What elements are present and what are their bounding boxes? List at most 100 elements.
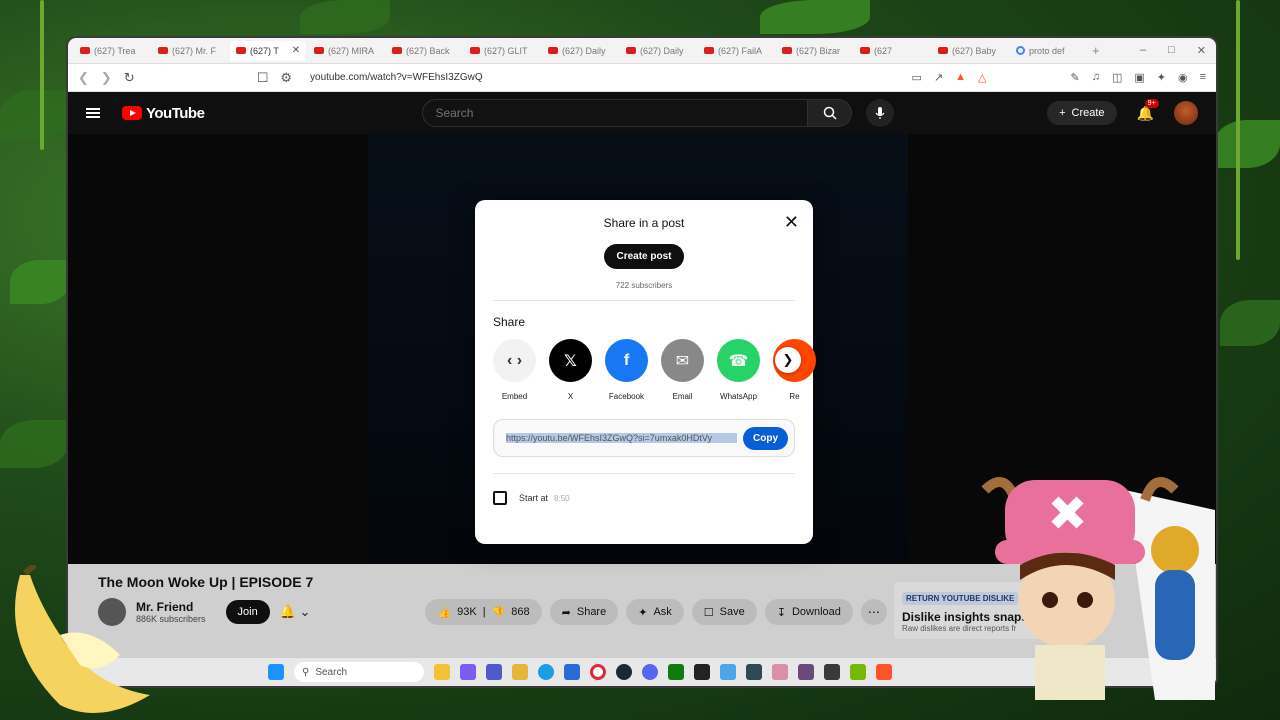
teams-icon[interactable] [486,664,502,680]
tab-label: (627) FailA [718,45,763,56]
start-at-time: 8:50 [554,493,570,503]
join-button[interactable]: Join [225,600,270,624]
share-target-label: Facebook [608,392,645,401]
browser-tab[interactable]: (627) MIRA [308,41,384,61]
voice-search-button[interactable] [866,99,895,127]
browser-tab[interactable]: (627) Baby [932,41,1008,61]
share-target-whatsapp[interactable]: ☎ WhatsApp [717,339,760,401]
notification-badge: 9+ [1144,98,1159,108]
share-link-input[interactable]: https://youtu.be/WFEhsI3ZGwQ?si=7umxak0H… [506,433,737,443]
window-close-icon[interactable]: ✕ [1197,44,1206,57]
taskbar-search[interactable]: ⚲ Search [294,662,424,682]
account-avatar[interactable] [1174,101,1198,125]
folder-icon[interactable] [512,664,528,680]
extensions-icon[interactable]: ✎ [1070,71,1079,84]
browser-tab[interactable]: (627) Back [386,41,462,61]
share-target-facebook[interactable]: f Facebook [605,339,648,401]
browser-tab[interactable]: (627 [854,41,930,61]
youtube-icon [80,47,90,54]
browser-tab[interactable]: (627) T ✕ [230,40,306,61]
bookmark-save-icon: ☐ [703,606,714,619]
whatsapp-icon: ☎ [717,339,760,382]
app-icon[interactable] [798,664,814,680]
maximize-icon[interactable]: □ [1168,44,1175,57]
browser-tab[interactable]: (627) Daily [620,41,696,61]
guide-menu-icon[interactable] [86,108,100,118]
browser-tab[interactable]: (627) GLIT [464,41,540,61]
browser-tab[interactable]: proto def [1010,41,1086,61]
youtube-icon [626,47,636,54]
forward-icon[interactable]: ❯ [101,70,112,86]
share-button[interactable]: ➦ Share [549,599,619,625]
leo-icon[interactable]: ✦ [1157,71,1166,84]
new-tab-icon[interactable]: + [1092,43,1100,58]
file-explorer-icon[interactable] [434,664,450,680]
vine-decoration [40,0,44,150]
download-button[interactable]: ↧ Download [764,599,853,625]
nvidia-icon[interactable] [850,664,866,680]
vpn-icon[interactable]: ◉ [1178,71,1188,84]
minimize-icon[interactable]: – [1140,44,1146,57]
app-icon[interactable] [746,664,762,680]
epic-games-icon[interactable] [694,664,710,680]
reload-icon[interactable]: ↻ [124,70,135,86]
share-target-x[interactable]: 𝕏X [549,339,592,401]
browser-tab[interactable]: (627) Mr. F [152,41,228,61]
search-bar [422,99,853,127]
start-at-checkbox[interactable] [493,491,507,505]
discord-icon[interactable] [642,664,658,680]
sidebar-icon[interactable]: ◫ [1112,71,1122,84]
brave-icon[interactable] [876,664,892,680]
copilot-icon[interactable] [460,664,476,680]
bookmark-icon[interactable]: ☐ [257,70,269,86]
app-icon[interactable] [772,664,788,680]
youtube-logo[interactable]: YouTube [122,105,205,122]
search-button[interactable] [808,99,853,127]
like-button[interactable]: 👍 93K | 👎 868 [425,599,542,625]
separator: | [482,606,486,618]
store-icon[interactable] [564,664,580,680]
next-arrow-icon[interactable]: ❯ [775,347,801,373]
more-actions-icon[interactable]: ⋯ [860,599,887,625]
site-info-icon[interactable]: ⚙ [280,70,292,86]
wallet-icon[interactable]: ▣ [1134,71,1144,84]
download-icon: ↧ [776,606,786,619]
brave-shield-icon[interactable]: ▲ [955,71,966,84]
save-button[interactable]: ☐ Save [691,599,757,625]
notifications-button[interactable]: 🔔 9+ [1137,98,1159,122]
share-target-embed[interactable]: ‹ › Embed [493,339,536,401]
close-icon[interactable]: ✕ [784,212,799,233]
windows-start-icon[interactable] [268,664,284,680]
app-icon[interactable] [824,664,840,680]
copy-button[interactable]: Copy [743,426,788,450]
window-controls: – □ ✕ [1140,44,1216,57]
tab-label: (627) Trea [94,45,136,56]
search-input[interactable] [422,99,809,127]
ask-button[interactable]: ✦ Ask [626,599,684,625]
browser-tab[interactable]: (627) FailA [698,41,774,61]
browser-tab[interactable]: (627) Trea [74,41,150,61]
browser-tab[interactable]: (627) Bizar [776,41,852,61]
browser-tab[interactable]: (627) Daily [542,41,618,61]
search-icon: ⚲ [302,666,310,678]
back-icon[interactable]: ❮ [78,70,89,86]
xbox-icon[interactable] [668,664,684,680]
url-text[interactable]: youtube.com/watch?v=WFEhsI3ZGwQ [310,72,483,83]
share-target-email[interactable]: ✉ Email [661,339,704,401]
steam-icon[interactable] [616,664,632,680]
app-icon[interactable] [720,664,736,680]
subscription-bell-icon[interactable]: 🔔 ⌄ [280,604,311,620]
create-label: Create [1071,107,1105,119]
cast-icon[interactable]: ▭ [911,71,921,84]
create-button[interactable]: + Create [1047,101,1117,125]
opera-icon[interactable] [590,664,606,680]
create-post-button[interactable]: Create post [604,244,684,269]
share-page-icon[interactable]: ↗ [934,71,943,84]
tab-label: (627) Bizar [796,45,841,56]
tab-close-icon[interactable]: ✕ [292,45,300,56]
edge-icon[interactable] [538,664,554,680]
media-icon[interactable]: ♫ [1092,71,1100,84]
character-overlay-image [981,477,1215,700]
menu-icon[interactable]: ≡ [1200,71,1206,84]
brave-rewards-icon[interactable]: △ [978,71,986,84]
